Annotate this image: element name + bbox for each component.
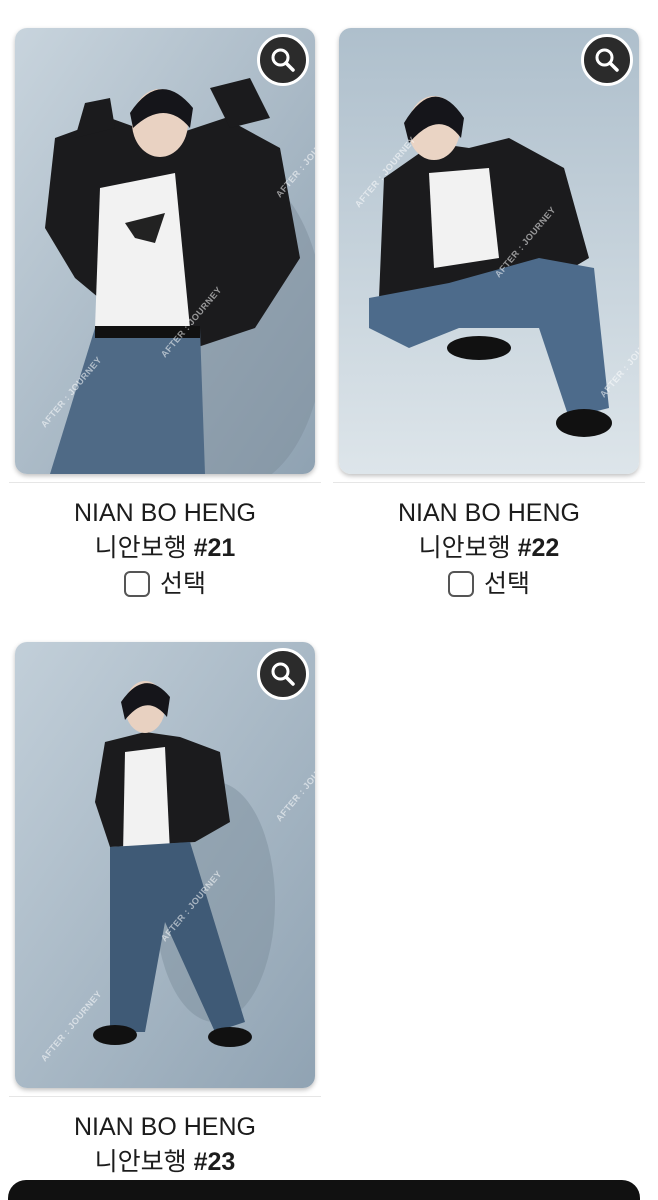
member-name: NIAN BO HENG <box>398 499 580 527</box>
card-divider <box>9 1096 321 1097</box>
photocard-image[interactable]: AFTER : JOURNEY AFTER : JOURNEY AFTER : … <box>15 28 315 474</box>
bottom-action-bar[interactable] <box>8 1180 640 1200</box>
korean-name-text: 니안보행 <box>94 534 187 562</box>
select-option[interactable]: 선택 <box>339 567 639 601</box>
select-checkbox[interactable] <box>447 571 474 597</box>
card-divider <box>333 482 645 483</box>
select-checkbox[interactable] <box>123 571 150 597</box>
zoom-button[interactable] <box>257 648 309 700</box>
photo-standing-pose: AFTER : JOURNEY AFTER : JOURNEY AFTER : … <box>15 28 315 474</box>
magnifier-icon <box>271 48 295 72</box>
photocard-image[interactable]: AFTER : JOURNEY AFTER : JOURNEY AFTER : … <box>339 28 639 474</box>
select-label: 선택 <box>159 570 206 598</box>
select-option[interactable]: 선택 <box>15 567 315 601</box>
photocard-image[interactable]: AFTER : JOURNEY AFTER : JOURNEY AFTER : … <box>15 642 315 1088</box>
card-number: #21 <box>193 534 236 562</box>
member-korean-name: 니안보행 #23 <box>15 1145 315 1179</box>
member-name: NIAN BO HENG <box>74 499 256 527</box>
korean-name-text: 니안보행 <box>94 1148 187 1176</box>
zoom-button[interactable] <box>581 34 633 86</box>
magnifier-icon <box>595 48 619 72</box>
member-korean-name: 니안보행 #21 <box>15 531 315 565</box>
magnifier-icon <box>271 662 295 686</box>
photocard-gallery: AFTER : JOURNEY AFTER : JOURNEY AFTER : … <box>0 0 658 1200</box>
card-divider <box>9 482 321 483</box>
card-number: #22 <box>517 534 560 562</box>
korean-name-text: 니안보행 <box>418 534 511 562</box>
zoom-button[interactable] <box>257 34 309 86</box>
member-korean-name: 니안보행 #22 <box>339 531 639 565</box>
select-label: 선택 <box>483 570 530 598</box>
photo-full-body-pose: AFTER : JOURNEY AFTER : JOURNEY AFTER : … <box>15 642 315 1088</box>
photo-crouching-pose: AFTER : JOURNEY AFTER : JOURNEY AFTER : … <box>339 28 639 474</box>
member-name: NIAN BO HENG <box>74 1113 256 1141</box>
card-number: #23 <box>193 1148 236 1176</box>
